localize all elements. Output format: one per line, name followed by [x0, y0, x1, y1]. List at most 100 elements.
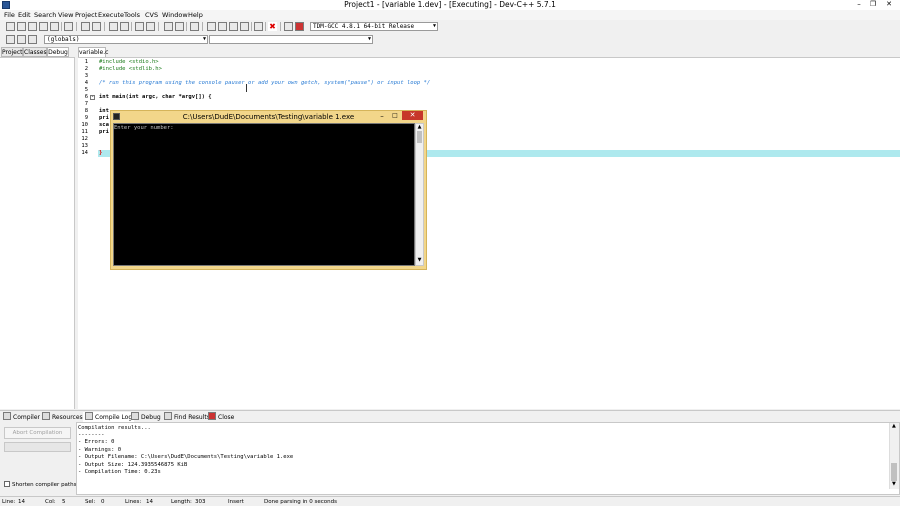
window-title: Project1 - [variable 1.dev] - [Executing… — [344, 0, 556, 9]
project-options-icon[interactable] — [229, 22, 238, 31]
save-all-icon[interactable] — [39, 22, 48, 31]
unindent-icon[interactable] — [146, 22, 155, 31]
menu-edit[interactable]: Edit — [18, 11, 31, 19]
print-icon[interactable] — [64, 22, 73, 31]
menu-tools[interactable]: Tools — [124, 11, 140, 19]
line-number: 4 — [84, 80, 88, 86]
compile-log-icon — [85, 412, 93, 420]
tab-resources[interactable]: Resources — [42, 412, 83, 422]
code-line: } — [99, 150, 103, 156]
class-browser-icon[interactable] — [240, 22, 249, 31]
function-select[interactable]: ▼ — [209, 35, 373, 44]
line-number: 6 — [84, 94, 88, 100]
close-file-icon[interactable] — [50, 22, 59, 31]
line-number: 7 — [84, 101, 88, 107]
tab-debug-bottom[interactable]: Debug — [131, 412, 161, 422]
code-line: #include <stdlib.h> — [99, 66, 162, 72]
new-file-icon[interactable] — [6, 22, 15, 31]
tab-find-results[interactable]: Find Results — [164, 412, 210, 422]
tab-compiler[interactable]: Compiler — [3, 412, 40, 422]
bookmark-icon[interactable] — [17, 35, 26, 44]
maximize-button[interactable]: ❐ — [866, 0, 880, 9]
status-sel: 0 — [101, 499, 105, 505]
stop-execution-icon[interactable]: ✖ — [268, 22, 277, 31]
scroll-up-icon[interactable]: ▲ — [892, 424, 896, 429]
checkbox-icon[interactable] — [4, 481, 10, 487]
new-project-icon[interactable] — [218, 22, 227, 31]
compile-progress-bar — [4, 442, 71, 452]
goto-line-icon[interactable] — [190, 22, 199, 31]
goto-back-icon[interactable] — [164, 22, 173, 31]
log-scrollbar[interactable]: ▲ ▼ — [889, 423, 899, 489]
redo-icon[interactable] — [92, 22, 101, 31]
log-line: - Output Filename: C:\Users\DudE\Documen… — [78, 454, 294, 460]
menu-view[interactable]: View — [58, 11, 73, 19]
chevron-down-icon: ▼ — [432, 23, 436, 29]
mouse-cursor — [246, 84, 250, 92]
code-line: #include <stdio.h> — [99, 59, 159, 65]
tab-classes[interactable]: Classes — [23, 47, 47, 57]
console-close-button[interactable]: ✕ — [402, 111, 423, 120]
code-line: pri — [99, 129, 109, 135]
status-col-label: Col: — [45, 499, 56, 505]
code-line: pri — [99, 115, 109, 121]
profile-icon[interactable] — [284, 22, 293, 31]
code-comment: /* run this program using the console pa… — [99, 80, 431, 86]
editor-tab[interactable]: variable.c — [78, 47, 108, 57]
scroll-down-icon[interactable]: ▼ — [892, 482, 896, 487]
line-number: 8 — [84, 108, 88, 114]
status-length-label: Length: — [171, 499, 192, 505]
status-lines-label: Lines: — [125, 499, 142, 505]
console-minimize-button[interactable]: – — [376, 112, 388, 120]
status-sel-label: Sel: — [85, 499, 96, 505]
scope-select[interactable]: (globals) ▼ — [44, 35, 208, 44]
close-button[interactable]: ✕ — [882, 0, 896, 9]
code-line: int — [99, 108, 109, 114]
menu-project[interactable]: Project — [75, 11, 97, 19]
goto-forward-icon[interactable] — [175, 22, 184, 31]
find-icon[interactable] — [109, 22, 118, 31]
compiler-select[interactable]: TDM-GCC 4.8.1 64-bit Release ▼ — [310, 22, 438, 31]
shorten-paths-checkbox[interactable]: Shorten compiler paths — [4, 481, 76, 489]
scroll-down-icon[interactable]: ▼ — [417, 258, 422, 263]
console-scrollbar[interactable]: ▲ ▼ — [415, 123, 424, 266]
menu-execute[interactable]: Execute — [98, 11, 124, 19]
minimize-button[interactable]: – — [852, 0, 866, 9]
scroll-thumb[interactable] — [417, 131, 422, 143]
scroll-thumb[interactable] — [891, 463, 897, 481]
console-output[interactable] — [113, 123, 415, 266]
replace-icon[interactable] — [120, 22, 129, 31]
line-number: 9 — [84, 115, 88, 121]
tab-debug[interactable]: Debug — [47, 47, 69, 57]
indent-icon[interactable] — [135, 22, 144, 31]
scroll-up-icon[interactable]: ▲ — [417, 125, 422, 130]
check-syntax-icon[interactable] — [254, 22, 263, 31]
menu-help[interactable]: Help — [188, 11, 203, 19]
menu-file[interactable]: File — [4, 11, 15, 19]
fold-icon[interactable]: - — [90, 95, 95, 100]
delete-profile-icon[interactable] — [295, 22, 304, 31]
debug-icon — [131, 412, 139, 420]
tab-project[interactable]: Project — [1, 47, 23, 57]
toolbar-secondary: (globals) ▼ ▼ — [0, 33, 900, 46]
goto-bookmark-icon[interactable] — [28, 35, 37, 44]
menu-window[interactable]: Window — [162, 11, 188, 19]
menu-cvs[interactable]: CVS — [145, 11, 158, 19]
menu-search[interactable]: Search — [34, 11, 56, 19]
abort-compilation-button[interactable]: Abort Compilation — [4, 427, 71, 439]
log-line: - Compilation Time: 0.23s — [78, 469, 161, 475]
open-file-icon[interactable] — [17, 22, 26, 31]
status-line: 14 — [18, 499, 25, 505]
layout-icon[interactable] — [207, 22, 216, 31]
tab-close[interactable]: Close — [208, 412, 234, 422]
save-icon[interactable] — [28, 22, 37, 31]
insert-icon[interactable] — [6, 35, 15, 44]
console-text: Enter your number: — [114, 125, 174, 131]
tab-compile-log[interactable]: Compile Log — [83, 412, 135, 422]
undo-icon[interactable] — [81, 22, 90, 31]
console-maximize-button[interactable]: □ — [389, 112, 401, 120]
log-line: - Errors: 0 — [78, 439, 115, 445]
status-mode: Insert — [228, 499, 244, 505]
line-number: 12 — [81, 136, 88, 142]
left-panel — [0, 57, 75, 409]
